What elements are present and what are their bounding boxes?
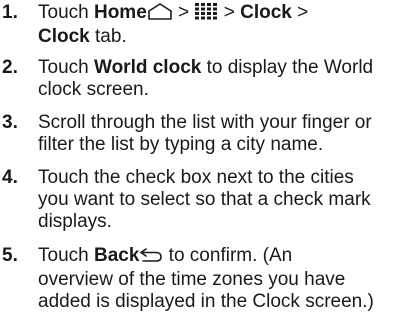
step-line: Touch Home > > Clock > xyxy=(38,2,388,26)
step-line: Clock tab. xyxy=(38,26,388,48)
step-line: added is displayed in the Clock screen.) xyxy=(38,291,374,312)
text-segment: to display the World xyxy=(201,57,374,78)
world-clock-label: World clock xyxy=(93,57,202,78)
text-segment: to confirm. (An xyxy=(163,245,293,266)
step-line: Touch Back to confirm. (An xyxy=(38,245,388,269)
text-segment: > xyxy=(172,2,195,23)
step-line: filter the list by typing a city name. xyxy=(38,134,324,155)
home-label: Home xyxy=(93,2,147,23)
step-line: you want to select so that a check mark xyxy=(38,189,371,210)
clock-label: Clock xyxy=(240,2,292,23)
back-arrow-icon xyxy=(139,247,163,269)
step-line: Touch World clock to display the World xyxy=(38,57,388,79)
step-line: displays. xyxy=(38,211,112,232)
step-number: 3. xyxy=(2,112,18,133)
step-line: Touch the check box next to the cities xyxy=(38,167,354,188)
step-number: 2. xyxy=(2,57,18,78)
text-segment: tab. xyxy=(89,26,127,47)
text-segment: Touch xyxy=(38,2,94,23)
clock-tab-label: Clock xyxy=(38,26,90,47)
text-segment: > xyxy=(291,2,309,23)
instruction-steps: 1. Touch Home > > Clock > Clock tab. 2. … xyxy=(0,0,395,313)
text-segment: Touch xyxy=(38,57,94,78)
step-line: overview of the time zones you have xyxy=(38,269,346,290)
step-text: Touch the check box next to the cities y… xyxy=(38,167,388,233)
step-line: clock screen. xyxy=(38,79,149,100)
text-segment: > xyxy=(218,2,241,23)
home-icon xyxy=(147,2,173,26)
step-line: Scroll through the list with your finger… xyxy=(38,112,372,133)
text-segment: Touch xyxy=(38,245,94,266)
step-number: 5. xyxy=(2,245,18,266)
step-number: 4. xyxy=(2,167,18,188)
step-text: Touch World clock to display the World c… xyxy=(38,57,388,101)
back-label: Back xyxy=(93,245,140,266)
step-text: Scroll through the list with your finger… xyxy=(38,112,388,156)
step-number: 1. xyxy=(2,2,18,23)
step-text: Touch Back to confirm. (An overview of t… xyxy=(38,245,388,313)
step-text: Touch Home > > Clock > Clock tab. xyxy=(38,2,388,48)
apps-grid-icon xyxy=(194,2,218,26)
